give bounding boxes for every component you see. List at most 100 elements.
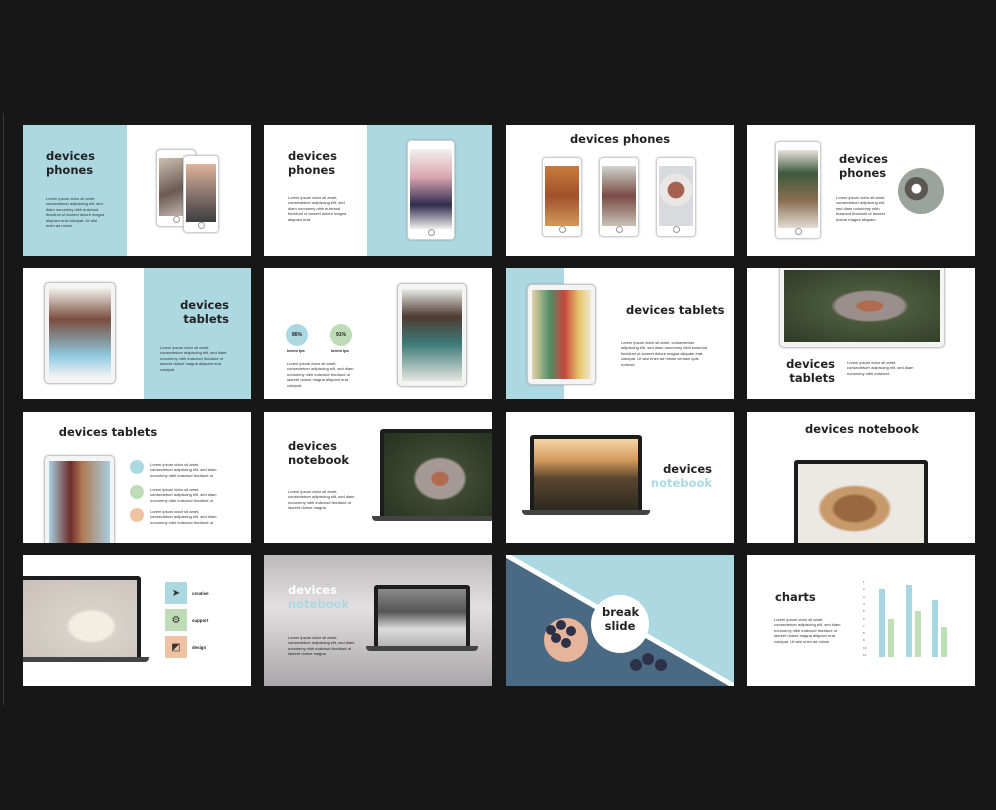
slide-11-devices-notebook[interactable]: devices notebook xyxy=(506,412,734,543)
tablet-mockup xyxy=(779,268,945,348)
slide-12-devices-notebook[interactable]: devices notebook xyxy=(747,412,975,543)
stat-value: 86% xyxy=(291,332,302,338)
tablet-photo xyxy=(49,461,110,543)
chart-tick-label: 2 xyxy=(863,587,865,592)
timer-icon xyxy=(130,508,144,522)
slide-title: devices tablets xyxy=(58,425,158,439)
chart-tick-label: 6 xyxy=(863,616,865,621)
slide-title: devices tablets xyxy=(180,298,229,326)
tablet-mockup xyxy=(44,455,115,543)
slide-title: break slide xyxy=(602,605,640,633)
slide-body-text: Lorem ipsum dolor sit amet, consectetuer… xyxy=(836,195,886,222)
slide-9-devices-tablets[interactable]: devices tablets Lorem ipsum dolor sit am… xyxy=(23,412,251,543)
slide-title-line2: notebook xyxy=(650,476,712,490)
slide-10-devices-notebook[interactable]: devices notebook Lorem ipsum dolor sit a… xyxy=(264,412,492,543)
chart-tick-label: 3 xyxy=(863,594,865,599)
stat-label: lorem ips xyxy=(331,348,349,353)
slide-14-devices-notebook[interactable]: devices notebook Lorem ipsum dolor sit a… xyxy=(264,555,492,686)
tag-icon xyxy=(130,485,144,499)
item-text: Lorem ipsum dolor sit amet, consectetuer… xyxy=(150,509,217,525)
slide-5-devices-tablets[interactable]: devices tablets Lorem ipsum dolor sit am… xyxy=(23,268,251,399)
slide-8-devices-tablets[interactable]: devices tablets Lorem ipsum dolor sit am… xyxy=(747,268,975,399)
chart-bar xyxy=(932,600,939,657)
slide-body-text: Lorem ipsum dolor sit amet, consectetuer… xyxy=(46,196,105,229)
stat-value: 91% xyxy=(335,332,346,338)
chart-tick-label: 9 xyxy=(863,638,865,643)
accent-panel xyxy=(23,125,127,256)
slide-body-text: Lorem ipsum dolor sit amet, consectetuer… xyxy=(288,195,347,222)
slide-3-devices-phones[interactable]: devices phones xyxy=(506,125,734,256)
chart-bar xyxy=(888,619,894,657)
slide-body-text: Lorem ipsum dolor sit amet, consectetuer… xyxy=(287,361,354,388)
chart-tick-label: 1 xyxy=(863,580,865,584)
slide-16-charts[interactable]: charts Lorem ipsum dolor sit amet, conse… xyxy=(747,555,975,686)
slide-title: devices notebook xyxy=(288,439,350,467)
slide-body-text: Lorem ipsum dolor sit amet, consectetuer… xyxy=(774,617,841,644)
slide-title: charts xyxy=(775,590,816,604)
slide-body-text: Lorem ipsum dolor sit amet, consectetuer… xyxy=(288,489,355,511)
tablet-mockup xyxy=(44,282,116,384)
feature-label: creative xyxy=(192,591,209,596)
phone-mockup xyxy=(656,157,696,237)
slide-title: devices phones xyxy=(288,149,337,177)
tablet-photo xyxy=(784,270,940,342)
chart-bar xyxy=(879,588,885,657)
stat-label: lorem ips xyxy=(287,348,305,353)
slide-body-text: Lorem ipsum dolor sit amet, consectetuer… xyxy=(621,340,708,367)
left-guide-line xyxy=(3,113,4,705)
phone-photo xyxy=(778,150,818,228)
slide-1-devices-phones[interactable]: devices phones Lorem ipsum dolor sit ame… xyxy=(23,125,251,256)
feature-label: design xyxy=(192,645,207,650)
slide-title: devices tablets xyxy=(786,357,835,385)
phone-mockup xyxy=(407,140,455,240)
slide-body-text: Lorem ipsum dolor sit amet, consectetuer… xyxy=(288,635,355,657)
slide-title: devices phones xyxy=(569,132,671,146)
phone-photo xyxy=(545,166,579,226)
slide-title-line2: notebook xyxy=(288,597,350,611)
chart-ticks: 1 2 3 4 5 6 7 8 9 10 11 xyxy=(863,581,871,657)
phone-mockup xyxy=(599,157,639,237)
lightbulb-icon xyxy=(130,460,144,474)
slide-7-devices-tablets[interactable]: devices tablets Lorem ipsum dolor sit am… xyxy=(506,268,734,399)
chart-tick-label: 11 xyxy=(863,653,867,657)
chart-tick-label: 10 xyxy=(863,645,867,650)
slide-title: devices notebook xyxy=(804,422,919,436)
slide-6-stats[interactable]: 86% lorem ips 91% lorem ips Lorem ipsum … xyxy=(264,268,492,399)
laptop-photo xyxy=(384,433,492,516)
slide-2-devices-phones[interactable]: devices phones Lorem ipsum dolor sit ame… xyxy=(264,125,492,256)
tablet-photo xyxy=(49,288,111,378)
bar-chart: 1 2 3 4 5 6 7 8 9 10 11 xyxy=(863,581,959,657)
slide-15-break-slide[interactable]: break slide xyxy=(506,555,734,686)
gear-icon: ⚙ xyxy=(165,609,187,631)
layers-icon: ◩ xyxy=(165,636,187,658)
slide-13-features[interactable]: ➤ creative ⚙ support ◩ design xyxy=(23,555,251,686)
tablet-photo xyxy=(402,289,462,381)
phone-mockup xyxy=(542,157,582,237)
chart-tick-label: 4 xyxy=(863,601,865,606)
tablet-photo xyxy=(532,290,591,379)
chart-bar xyxy=(905,584,912,657)
item-text: Lorem ipsum dolor sit amet, consectetuer… xyxy=(150,487,217,503)
accent-panel xyxy=(144,268,251,399)
chart-tick-label: 8 xyxy=(863,631,865,636)
chart-plot xyxy=(875,581,955,657)
laptop-photo xyxy=(23,580,137,657)
tablet-mockup xyxy=(397,283,467,387)
slide-title: devices tablets xyxy=(626,303,725,317)
laptop-mockup xyxy=(366,585,478,651)
slide-body-text: Lorem ipsum dolor sit amet, consectetuer… xyxy=(160,345,227,372)
slide-4-devices-phones[interactable]: devices phones Lorem ipsum dolor sit ame… xyxy=(747,125,975,256)
tablet-mockup xyxy=(527,284,596,385)
phone-photo xyxy=(659,166,693,226)
paper-plane-icon: ➤ xyxy=(165,582,187,604)
slide-title: devices phones xyxy=(46,149,95,177)
slide-title-line1: devices xyxy=(288,583,337,597)
laptop-mockup xyxy=(794,460,928,543)
chart-bar xyxy=(941,626,948,657)
feature-label: support xyxy=(192,618,209,623)
chart-tick-label: 5 xyxy=(863,609,865,614)
chart-tick-label: 7 xyxy=(863,623,865,628)
slide-title: devices phones xyxy=(839,152,888,180)
chart-bar xyxy=(914,611,921,657)
slide-body-text: Lorem ipsum dolor sit amet, consectetuer… xyxy=(847,360,914,376)
